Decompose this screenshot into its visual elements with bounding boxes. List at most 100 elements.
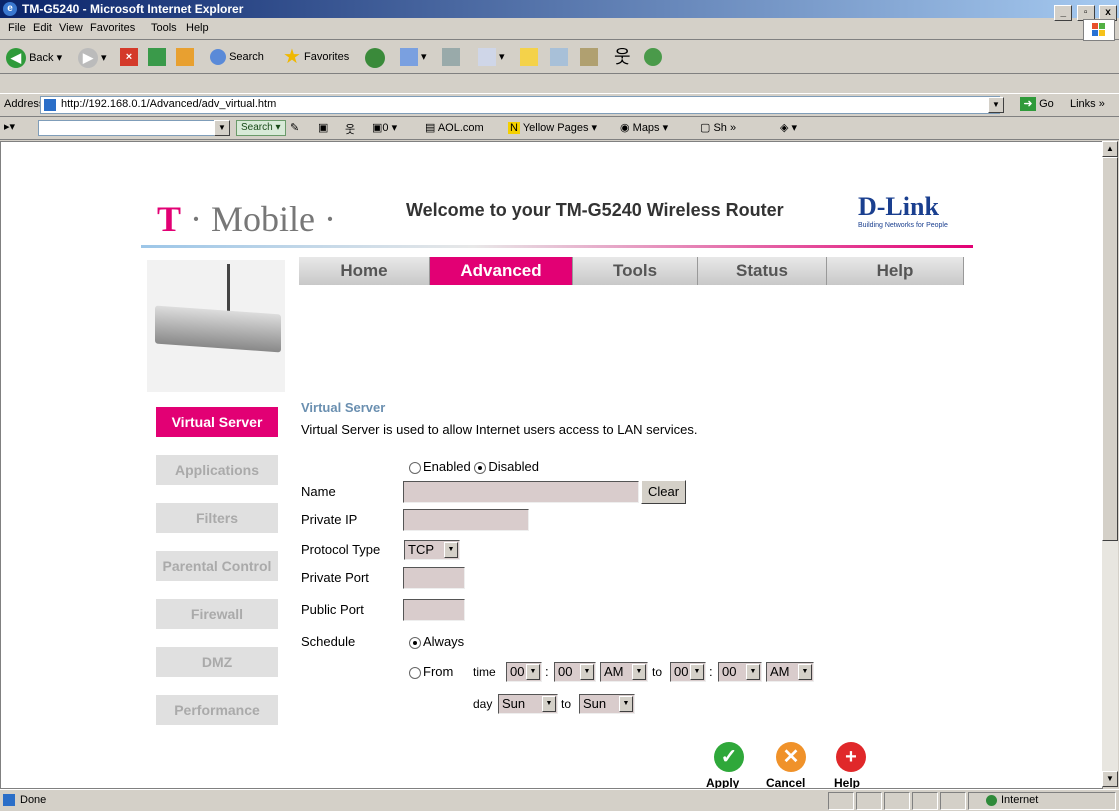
from-ampm-value: AM	[604, 664, 624, 679]
edit-icon	[478, 48, 496, 67]
media-button[interactable]	[365, 48, 385, 68]
highlight-icon[interactable]: ✎	[290, 121, 299, 134]
help-label[interactable]: Help	[834, 776, 860, 788]
window-title: TM-G5240 - Microsoft Internet Explorer	[22, 2, 244, 16]
profile-icon[interactable]: 웃	[345, 121, 355, 137]
scroll-down-icon[interactable]: ▼	[1102, 771, 1118, 787]
sidebar-filters[interactable]: Filters	[156, 503, 280, 533]
apply-checkmark-icon[interactable]: ✓	[714, 742, 744, 772]
address-bar: Address http://192.168.0.1/Advanced/adv_…	[0, 93, 1119, 117]
person-button[interactable]: 웃	[614, 48, 631, 66]
mail-button[interactable]: ▾	[400, 48, 427, 67]
chevron-down-icon: ▼	[580, 664, 594, 680]
to-hour-value: 00	[674, 664, 689, 679]
enabled-radio[interactable]	[409, 461, 421, 474]
nav-help[interactable]: Help	[827, 257, 964, 285]
print-button[interactable]	[442, 48, 460, 67]
day-to-select[interactable]: Sun ▼	[579, 694, 635, 714]
search-toolbar: ▸▾ ▼ Search ▾ ✎ ▣ 웃 ▣0 ▾ ▤ AOL.com N Yel…	[0, 117, 1119, 140]
menu-tools[interactable]: Tools	[151, 22, 177, 34]
name-input[interactable]	[403, 481, 639, 503]
extra-icon[interactable]: ◈ ▾	[780, 121, 797, 134]
enabled-label: Enabled	[423, 459, 471, 474]
search-label: Search	[229, 51, 264, 63]
home-button[interactable]	[176, 48, 194, 67]
help-plus-icon[interactable]: +	[836, 742, 866, 772]
sidebar-virtual-server[interactable]: Virtual Server	[156, 407, 280, 437]
vertical-scrollbar[interactable]: ▲ ▼	[1102, 141, 1118, 787]
cancel-x-icon[interactable]: ✕	[776, 742, 806, 772]
buddies-button[interactable]	[644, 48, 662, 67]
search-button[interactable]: Search	[210, 48, 264, 66]
back-label: Back	[29, 51, 54, 64]
link-maps[interactable]: ◉ Maps ▾	[620, 121, 668, 134]
discuss-button[interactable]	[520, 48, 538, 67]
sidebar-performance[interactable]: Performance	[156, 695, 280, 725]
edit-button[interactable]: ▾	[478, 48, 505, 67]
clear-button[interactable]: Clear	[641, 480, 687, 504]
public-port-input[interactable]	[403, 599, 465, 621]
menu-favorites[interactable]: Favorites	[90, 22, 135, 34]
scroll-up-icon[interactable]: ▲	[1102, 141, 1118, 157]
header-divider	[141, 245, 973, 248]
menu-edit[interactable]: Edit	[33, 22, 52, 34]
buddies-icon	[644, 48, 662, 67]
nav-tools[interactable]: Tools	[573, 257, 698, 285]
standard-toolbar: ◀ Back ▾ ▶ ▾ × Search ★ Favorites ▾ ▾ 웃	[0, 41, 1119, 74]
schedule-label: Schedule	[301, 634, 356, 649]
address-input[interactable]: http://192.168.0.1/Advanced/adv_virtual.…	[40, 96, 1000, 114]
disabled-label: Disabled	[488, 459, 539, 474]
messenger-button[interactable]	[550, 48, 568, 67]
toolbar-search-input[interactable]	[38, 120, 228, 136]
scroll-thumb[interactable]	[1102, 157, 1118, 541]
private-ip-input[interactable]	[403, 509, 529, 531]
day-from-select[interactable]: Sun ▼	[498, 694, 558, 714]
dlink-tagline: Building Networks for People	[858, 222, 948, 229]
address-dropdown-icon[interactable]: ▼	[988, 97, 1004, 113]
go-button[interactable]: ➜ Go	[1020, 97, 1054, 111]
nav-status[interactable]: Status	[698, 257, 827, 285]
search-dropdown-icon[interactable]: ▼	[214, 120, 230, 136]
stop-button[interactable]: ×	[120, 48, 138, 67]
from-ampm-select[interactable]: AM ▼	[600, 662, 648, 682]
go-label: Go	[1039, 97, 1054, 110]
back-button[interactable]: ◀ Back ▾	[6, 48, 62, 68]
refresh-button[interactable]	[148, 48, 166, 67]
tool-icon	[580, 48, 598, 67]
sidebar-dmz[interactable]: DMZ	[156, 647, 280, 677]
always-radio[interactable]	[409, 636, 421, 649]
menu-help[interactable]: Help	[186, 22, 209, 34]
links-button[interactable]: Links »	[1070, 98, 1105, 110]
link-aol[interactable]: ▤ AOL.com	[425, 121, 484, 134]
disabled-radio[interactable]	[474, 461, 487, 474]
nav-advanced[interactable]: Advanced	[430, 257, 573, 285]
sidebar-firewall[interactable]: Firewall	[156, 599, 280, 629]
link-shopping[interactable]: ▢ Sh »	[700, 121, 736, 134]
to-minute-select[interactable]: 00 ▼	[718, 662, 762, 682]
popup-icon[interactable]: ▣	[318, 121, 328, 134]
cancel-label[interactable]: Cancel	[766, 776, 805, 788]
apply-label[interactable]: Apply	[706, 776, 739, 788]
popup-blocker-button[interactable]: ▣0 ▾	[372, 121, 397, 134]
menu-file[interactable]: File	[8, 22, 26, 34]
to-ampm-select[interactable]: AM ▼	[766, 662, 814, 682]
from-minute-select[interactable]: 00 ▼	[554, 662, 596, 682]
protocol-select[interactable]: TCP ▼	[404, 540, 460, 560]
menu-view[interactable]: View	[59, 22, 83, 34]
from-radio[interactable]	[409, 666, 421, 679]
chevron-down-icon: ▼	[444, 542, 458, 558]
sidebar-parental-control[interactable]: Parental Control	[156, 551, 280, 581]
link-aol-label: AOL.com	[437, 122, 484, 134]
search-icon	[210, 49, 226, 66]
ie-icon: e	[3, 2, 17, 16]
forward-button[interactable]: ▶ ▾	[78, 48, 107, 68]
sidebar-applications[interactable]: Applications	[156, 455, 280, 485]
nav-home[interactable]: Home	[299, 257, 430, 285]
favorites-button[interactable]: ★ Favorites	[283, 47, 349, 67]
private-port-input[interactable]	[403, 567, 465, 589]
tool-button[interactable]	[580, 48, 598, 67]
from-hour-select[interactable]: 00 ▼	[506, 662, 542, 682]
toolbar-search-button[interactable]: Search ▾	[236, 120, 286, 136]
to-hour-select[interactable]: 00 ▼	[670, 662, 706, 682]
link-yellow-pages[interactable]: N Yellow Pages ▾	[508, 121, 597, 134]
